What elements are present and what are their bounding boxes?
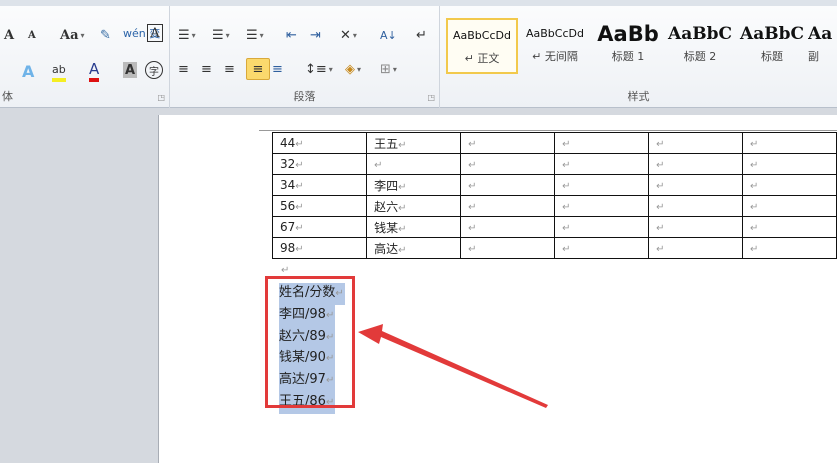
- styles-group-label: 样式: [627, 90, 650, 103]
- shrink-font-button[interactable]: A: [28, 24, 36, 46]
- paragraph-group: ☰ ▾ ☰ ▾ ☰ ▾ ⇤ ⇥ ✕ ▾ A↓ ↵ ≡ ≡ ≡ ≡ ≡ ↕≡ ▾ ◈ ▾ ⊞ ▾…: [170, 6, 440, 108]
- font-color-button[interactable]: A: [89, 60, 100, 82]
- multilevel-list-button[interactable]: ☰ ▾: [246, 24, 264, 46]
- line-spacing-button[interactable]: ↕≡ ▾: [305, 58, 333, 80]
- distributed-button[interactable]: ≡: [272, 58, 283, 80]
- show-marks-button[interactable]: ↵: [416, 24, 427, 46]
- document-page[interactable]: 44↵ 王五↵ ↵ ↵ ↵ ↵ 32↵ ↵ ↵ ↵ ↵ ↵ 34↵ 李四↵ ↵ ↵ ↵ ↵ 56↵ 赵六↵ ↵ ↵ ↵ ↵ 67…: [158, 115, 837, 463]
- style-subtitle[interactable]: Aa 副: [808, 18, 837, 74]
- paragraph-group-label: 段落: [293, 90, 316, 103]
- align-right-button[interactable]: ≡: [224, 58, 235, 80]
- font-group-label: 体: [2, 90, 13, 103]
- arrow-icon: [358, 324, 548, 408]
- dialog-launcher-icon[interactable]: ◳: [157, 93, 165, 102]
- decrease-indent-button[interactable]: ⇤: [286, 24, 297, 46]
- center-button[interactable]: ≡: [201, 58, 212, 80]
- character-shading-button[interactable]: A: [123, 62, 137, 78]
- font-group: A A Aa ▾ ✎ wén 变 A A ab A A 字 体 ◳: [0, 6, 170, 108]
- style-no-spacing[interactable]: AaBbCcDd ↵ 无间隔: [519, 18, 591, 74]
- shading-button[interactable]: ◈ ▾: [345, 58, 361, 80]
- justify-button[interactable]: ≡: [246, 58, 270, 80]
- style-heading-2[interactable]: AaBbC 标题 2: [664, 18, 736, 74]
- style-title[interactable]: AaBbC 标题: [736, 18, 808, 74]
- left-gray-area: [0, 108, 158, 463]
- bullets-button[interactable]: ☰ ▾: [178, 24, 196, 46]
- asian-layout-button[interactable]: ✕ ▾: [340, 24, 357, 46]
- clear-formatting-icon[interactable]: ✎: [100, 24, 111, 46]
- ribbon: A A Aa ▾ ✎ wén 变 A A ab A A 字 体 ◳ ☰ ▾ ☰ ▾ ☰…: [0, 0, 837, 108]
- grow-font-button[interactable]: A: [4, 24, 14, 46]
- highlight-button[interactable]: ab: [52, 60, 66, 82]
- dialog-launcher-icon[interactable]: ◳: [427, 93, 435, 102]
- sort-button[interactable]: A↓: [380, 24, 397, 46]
- chevron-down-icon: ▾: [80, 30, 85, 40]
- text-effects-button[interactable]: A: [22, 60, 34, 82]
- increase-indent-button[interactable]: ⇥: [310, 24, 321, 46]
- change-case-button[interactable]: Aa ▾: [60, 24, 85, 46]
- arrow-annotation: [358, 324, 548, 408]
- align-left-button[interactable]: ≡: [178, 58, 189, 80]
- styles-group: AaBbCcDd ↵ 正文 AaBbCcDd ↵ 无间隔 AaBb 标题 1 AaBb…: [440, 6, 837, 108]
- style-normal[interactable]: AaBbCcDd ↵ 正文: [446, 18, 518, 74]
- borders-button[interactable]: ⊞ ▾: [380, 58, 397, 80]
- character-border-button[interactable]: A: [147, 24, 163, 42]
- enclosed-character-button[interactable]: 字: [145, 61, 163, 79]
- numbering-button[interactable]: ☰ ▾: [212, 24, 230, 46]
- style-heading-1[interactable]: AaBb 标题 1: [592, 18, 664, 74]
- change-case-label: Aa: [60, 27, 79, 43]
